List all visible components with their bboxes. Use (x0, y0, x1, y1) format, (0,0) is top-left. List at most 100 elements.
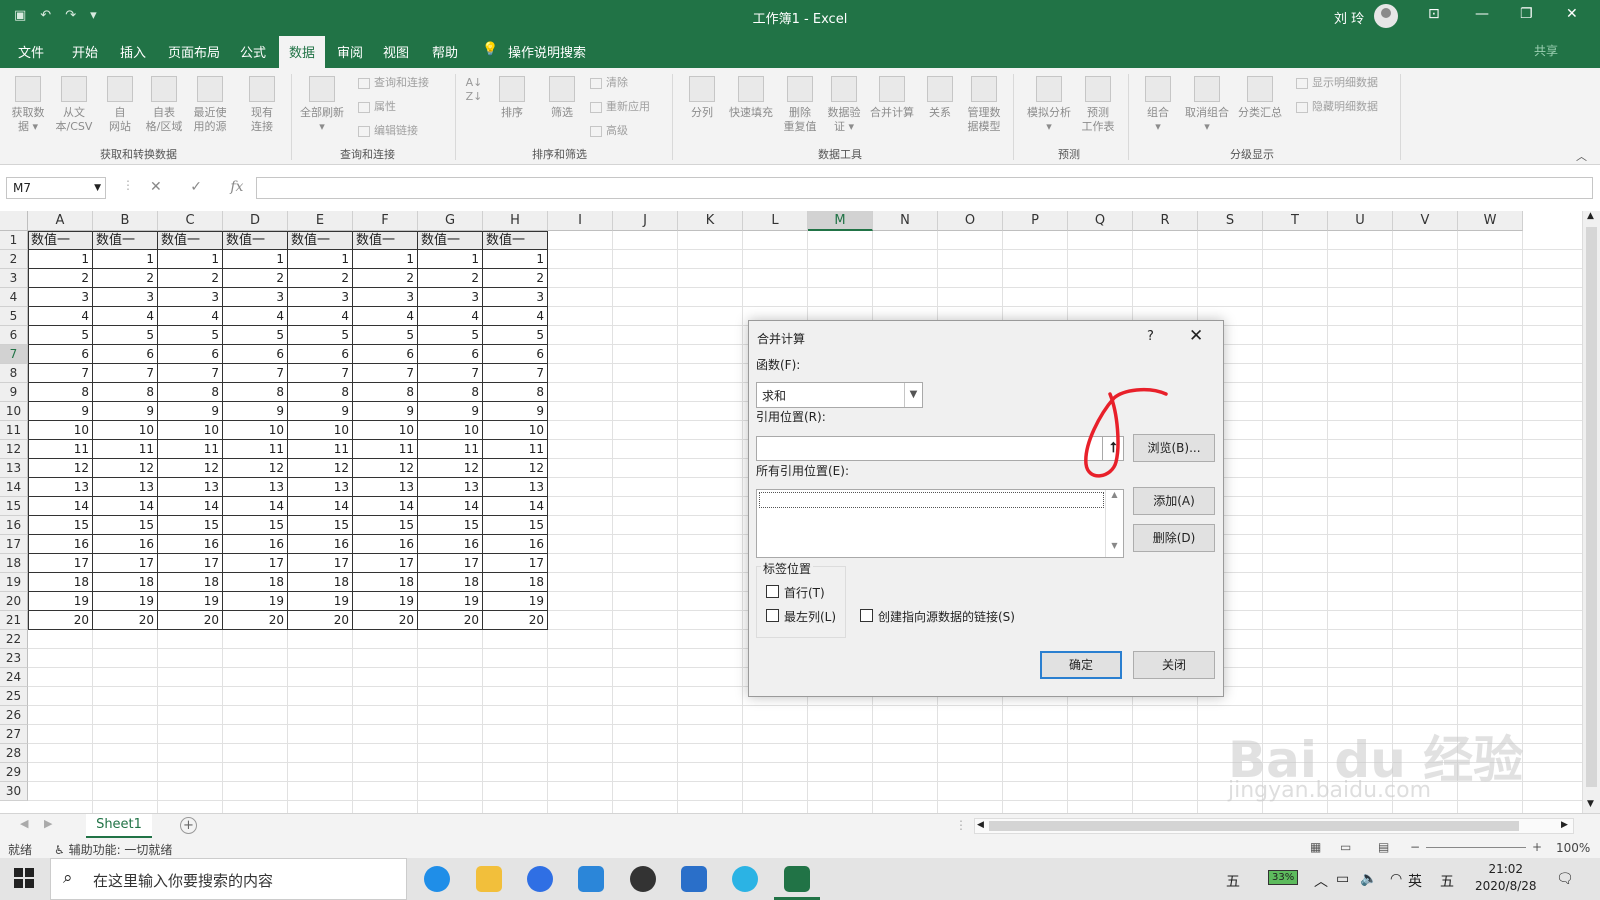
sort-button[interactable]: 排序 (490, 76, 534, 120)
hide-detail-button[interactable]: 隐藏明细数据 (1296, 98, 1378, 114)
column-header-u[interactable]: U (1328, 211, 1393, 231)
column-header-v[interactable]: V (1393, 211, 1458, 231)
row-header-16[interactable]: 16 (0, 516, 28, 535)
avatar[interactable] (1374, 4, 1398, 28)
left-column-checkbox[interactable] (766, 609, 779, 622)
zoom-in-icon[interactable]: + (1532, 840, 1542, 854)
column-header-d[interactable]: D (223, 211, 288, 231)
cancel-icon[interactable]: ✕ (150, 179, 162, 195)
normal-view-icon[interactable]: ▦ (1310, 840, 1321, 854)
recent-sources-button[interactable]: 最近使 用的源 (188, 76, 232, 134)
column-header-w[interactable]: W (1458, 211, 1523, 231)
remove-duplicates-button[interactable]: 删除 重复值 (778, 76, 822, 134)
add-sheet-icon[interactable]: + (180, 817, 197, 834)
tab-file[interactable]: 文件 (18, 42, 44, 61)
vertical-scrollbar[interactable]: ▲ ▼ (1582, 211, 1600, 814)
edit-links-button[interactable]: 编辑链接 (358, 122, 418, 138)
horizontal-scroll-thumb[interactable] (989, 821, 1519, 831)
scroll-up-icon[interactable]: ▲ (1106, 490, 1123, 499)
row-header-26[interactable]: 26 (0, 706, 28, 725)
column-header-a[interactable]: A (28, 211, 93, 231)
queries-connections-button[interactable]: 查询和连接 (358, 74, 429, 90)
all-references-list[interactable]: ▲ ▼ (756, 489, 1124, 558)
row-header-21[interactable]: 21 (0, 611, 28, 630)
battery-indicator[interactable]: 33% (1268, 870, 1299, 885)
column-header-e[interactable]: E (288, 211, 353, 231)
ungroup-button[interactable]: 取消组合 ▾ (1180, 76, 1234, 134)
row-header-29[interactable]: 29 (0, 763, 28, 782)
column-header-p[interactable]: P (1003, 211, 1068, 231)
row-header-3[interactable]: 3 (0, 269, 28, 288)
row-header-11[interactable]: 11 (0, 421, 28, 440)
user-name[interactable]: 刘 玲 (1334, 8, 1364, 27)
column-header-s[interactable]: S (1198, 211, 1263, 231)
data-validation-button[interactable]: 数据验 证 ▾ (822, 76, 866, 134)
vertical-scroll-thumb[interactable] (1586, 227, 1597, 787)
scroll-down-icon[interactable]: ▼ (1106, 541, 1123, 550)
help-icon[interactable]: ? (1147, 329, 1154, 344)
tab-review[interactable]: 审阅 (337, 42, 363, 61)
refresh-all-button[interactable]: 全部刷新 ▾ (300, 76, 344, 134)
share-button[interactable]: 共享 (1534, 42, 1558, 59)
tab-help[interactable]: 帮助 (432, 42, 458, 61)
collapse-ribbon-icon[interactable]: ︿ (1576, 148, 1587, 164)
page-break-view-icon[interactable]: ▤ (1378, 840, 1389, 854)
column-header-b[interactable]: B (93, 211, 158, 231)
tab-data[interactable]: 数据 (279, 36, 326, 68)
row-header-17[interactable]: 17 (0, 535, 28, 554)
row-header-30[interactable]: 30 (0, 782, 28, 801)
ribbon-display-icon[interactable]: ⊡ (1428, 6, 1440, 22)
from-text-csv-button[interactable]: 从文 本/CSV (52, 76, 96, 134)
taskbar-search[interactable]: ⌕ 在这里输入你要搜索的内容 (50, 858, 407, 900)
wifi-icon[interactable]: ◠ (1390, 871, 1402, 887)
column-header-l[interactable]: L (743, 211, 808, 231)
what-if-analysis-button[interactable]: 模拟分析 ▾ (1022, 76, 1076, 134)
from-web-button[interactable]: 自 网站 (98, 76, 142, 134)
row-header-8[interactable]: 8 (0, 364, 28, 383)
show-detail-button[interactable]: 显示明细数据 (1296, 74, 1378, 90)
row-header-12[interactable]: 12 (0, 440, 28, 459)
page-layout-view-icon[interactable]: ▭ (1340, 840, 1351, 854)
column-header-n[interactable]: N (873, 211, 938, 231)
row-header-5[interactable]: 5 (0, 307, 28, 326)
row-header-22[interactable]: 22 (0, 630, 28, 649)
column-header-c[interactable]: C (158, 211, 223, 231)
from-table-button[interactable]: 自表 格/区域 (142, 76, 186, 134)
row-header-1[interactable]: 1 (0, 231, 28, 250)
list-focus-item[interactable] (759, 492, 1104, 508)
windows-start-icon[interactable] (14, 868, 34, 888)
input-language[interactable]: 英 (1408, 871, 1422, 891)
row-header-18[interactable]: 18 (0, 554, 28, 573)
flash-fill-button[interactable]: 快速填充 (724, 76, 778, 120)
scroll-left-icon[interactable]: ◀ (977, 820, 984, 830)
column-header-m[interactable]: M (808, 211, 873, 231)
properties-button[interactable]: 属性 (358, 98, 396, 114)
row-header-9[interactable]: 9 (0, 383, 28, 402)
column-header-t[interactable]: T (1263, 211, 1328, 231)
prev-sheet-icon[interactable]: ◀ (20, 817, 28, 830)
row-header-28[interactable]: 28 (0, 744, 28, 763)
row-header-19[interactable]: 19 (0, 573, 28, 592)
tab-page-layout[interactable]: 页面布局 (168, 42, 220, 61)
delete-button[interactable]: 删除(D) (1133, 524, 1215, 552)
select-all-corner[interactable] (0, 211, 28, 231)
zoom-out-icon[interactable]: − (1410, 840, 1420, 854)
scroll-up-icon[interactable]: ▲ (1587, 211, 1594, 221)
consolidate-button[interactable]: 合并计算 (866, 76, 918, 120)
column-header-g[interactable]: G (418, 211, 483, 231)
column-header-k[interactable]: K (678, 211, 743, 231)
row-header-27[interactable]: 27 (0, 725, 28, 744)
column-header-h[interactable]: H (483, 211, 548, 231)
top-row-checkbox[interactable] (766, 585, 779, 598)
excel-taskbar-icon[interactable] (784, 866, 810, 892)
tab-formulas[interactable]: 公式 (240, 42, 266, 61)
reference-input[interactable]: ⭡ (756, 436, 1124, 461)
subtotal-button[interactable]: 分类汇总 (1234, 76, 1286, 120)
list-scrollbar[interactable]: ▲ ▼ (1105, 490, 1123, 557)
enter-check-icon[interactable]: ✓ (190, 179, 202, 195)
filter-button[interactable]: 筛选 (540, 76, 584, 120)
formula-input[interactable] (256, 177, 1593, 199)
text-to-columns-button[interactable]: 分列 (680, 76, 724, 120)
name-box[interactable]: M7 ▼ (6, 177, 106, 199)
reapply-button[interactable]: 重新应用 (590, 98, 650, 114)
